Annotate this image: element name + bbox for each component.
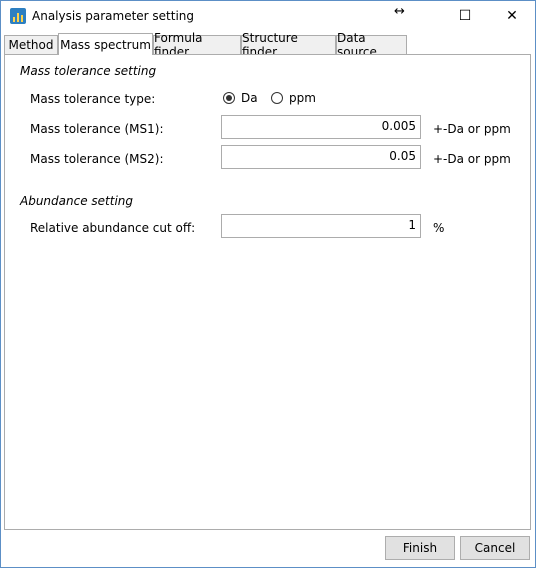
ms2-label: Mass tolerance (MS2): [30, 152, 164, 166]
radio-ppm[interactable]: ppm [271, 91, 316, 105]
ms1-tolerance-input[interactable]: 0.005 [221, 115, 421, 139]
close-icon: ✕ [506, 8, 518, 24]
tab-structure-finder[interactable]: Structure finder [241, 31, 336, 59]
ms1-unit-label: +-Da or ppm [433, 122, 511, 136]
ms1-label: Mass tolerance (MS1): [30, 122, 164, 136]
mass-spectrum-panel: Mass tolerance setting Mass tolerance ty… [4, 54, 531, 530]
window-title: Analysis parameter setting [32, 9, 195, 23]
radio-da[interactable]: Da [223, 91, 258, 105]
maximize-button[interactable]: ☐ [442, 1, 488, 31]
radio-selected-icon [223, 92, 235, 104]
tab-mass-spectrum[interactable]: Mass spectrum [58, 33, 153, 55]
cancel-button[interactable]: Cancel [460, 536, 530, 560]
ms2-tolerance-input[interactable]: 0.05 [221, 145, 421, 169]
app-chart-icon [10, 8, 26, 24]
finish-button[interactable]: Finish [385, 536, 455, 560]
tab-formula-finder[interactable]: Formula finder [153, 31, 241, 59]
mass-tolerance-type-label: Mass tolerance type: [30, 92, 156, 106]
radio-ppm-label: ppm [289, 91, 316, 105]
title-bar: Analysis parameter setting ↔ ☐ ✕ [1, 1, 535, 32]
tab-strip: Method Mass spectrum Formula finder Stru… [4, 31, 534, 59]
abundance-cutoff-input[interactable]: 1 [221, 214, 421, 238]
abundance-cutoff-label: Relative abundance cut off: [30, 221, 196, 235]
maximize-icon: ☐ [458, 8, 472, 24]
radio-da-label: Da [241, 91, 258, 105]
radio-unselected-icon [271, 92, 283, 104]
mass-tolerance-section-title: Mass tolerance setting [20, 64, 157, 78]
ms2-unit-label: +-Da or ppm [433, 152, 511, 166]
dialog-window: Analysis parameter setting ↔ ☐ ✕ Method … [0, 0, 536, 568]
abundance-section-title: Abundance setting [20, 194, 134, 208]
close-button[interactable]: ✕ [489, 1, 535, 31]
tab-data-source[interactable]: Data source [336, 31, 407, 59]
resize-icon: ↔ [394, 4, 405, 19]
tab-method[interactable]: Method [4, 35, 58, 54]
abundance-unit-label: % [433, 221, 445, 235]
